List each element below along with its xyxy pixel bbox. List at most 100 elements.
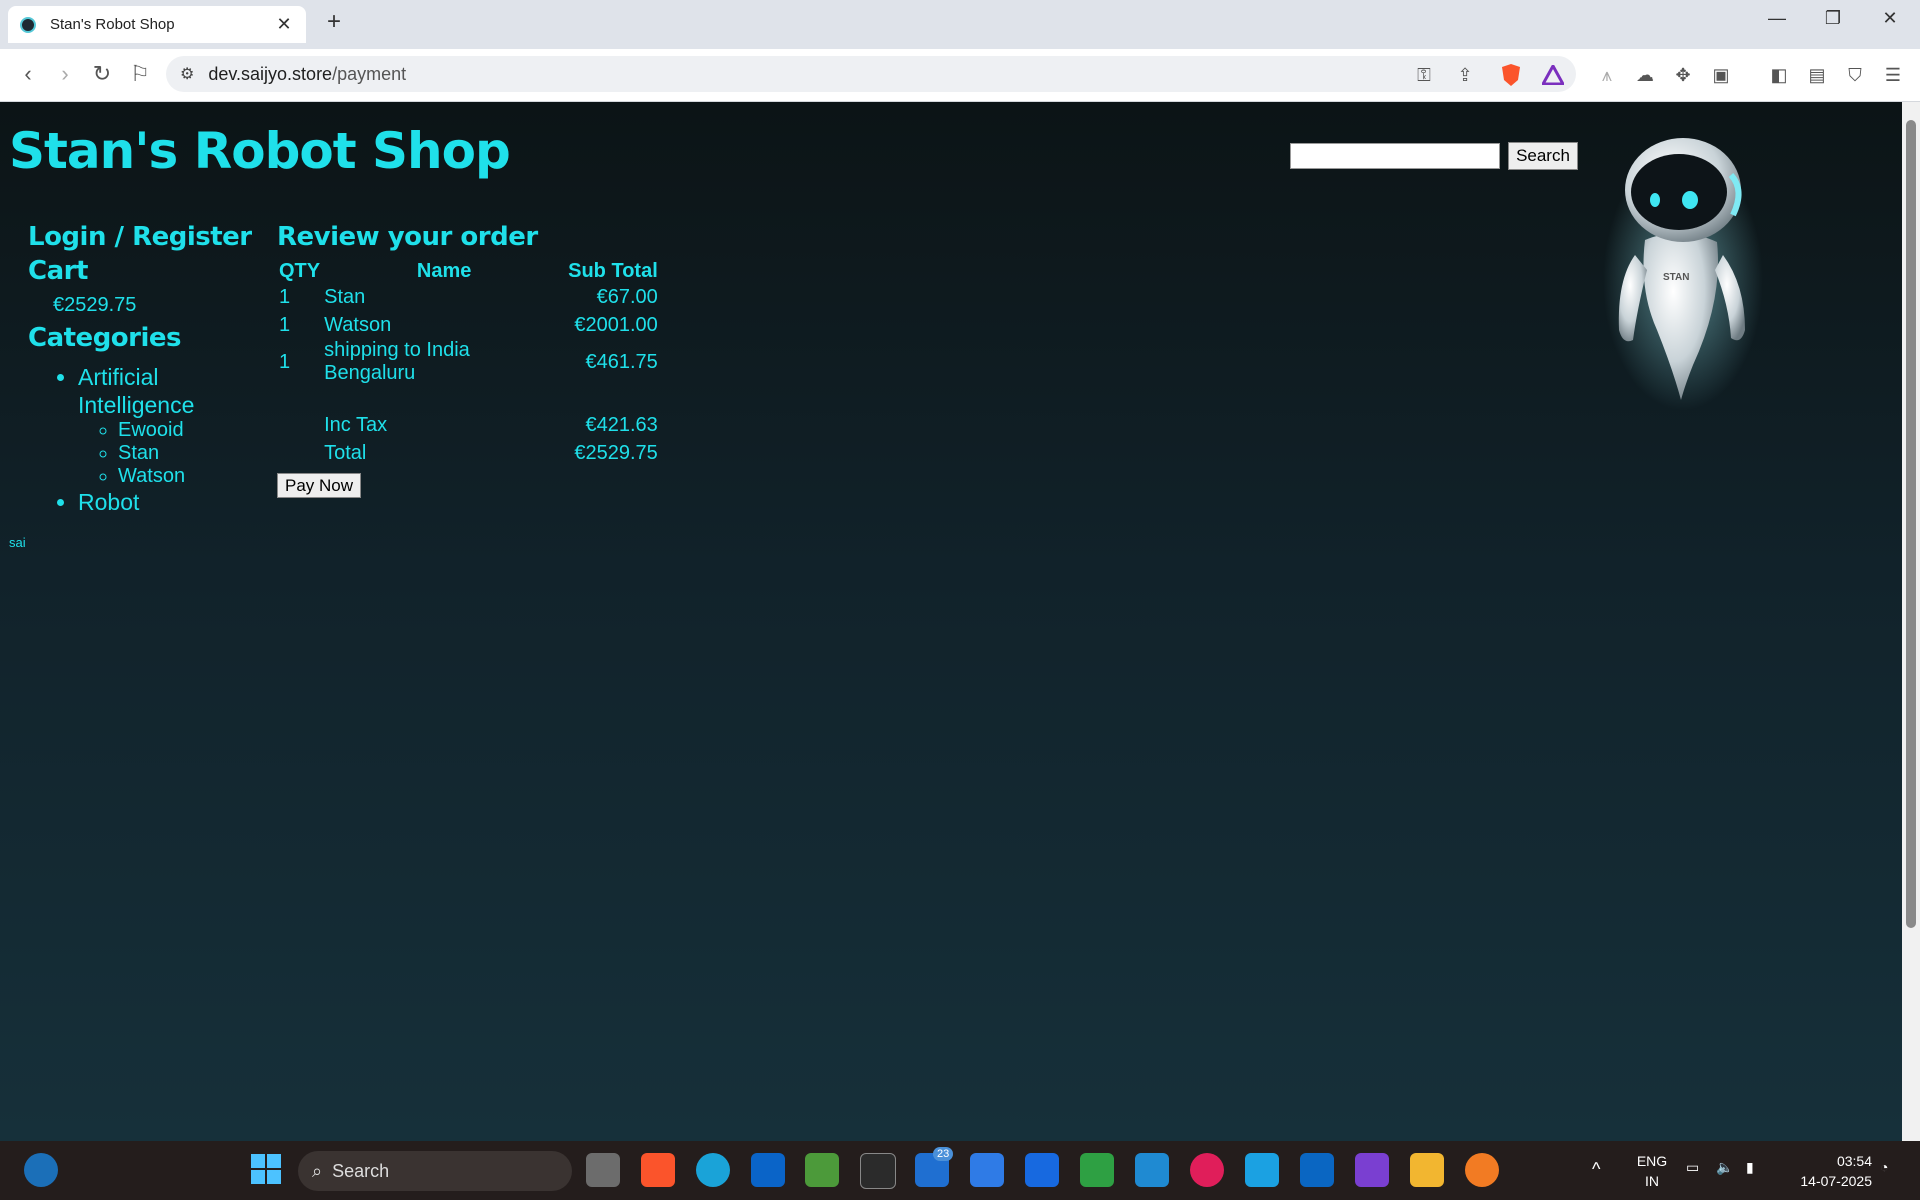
edge-icon[interactable] bbox=[696, 1153, 730, 1187]
brave-rewards-icon[interactable] bbox=[1541, 63, 1565, 87]
task-view-icon[interactable] bbox=[586, 1153, 620, 1187]
snipping-tool-icon[interactable] bbox=[860, 1153, 896, 1189]
wallet-icon[interactable]: ▤ bbox=[1805, 63, 1829, 87]
brave-taskbar-icon[interactable] bbox=[641, 1153, 675, 1187]
login-register-link[interactable]: Login / Register bbox=[28, 220, 268, 254]
forward-icon[interactable]: › bbox=[51, 61, 79, 87]
slack-icon[interactable] bbox=[1190, 1153, 1224, 1187]
scrollbar-thumb[interactable] bbox=[1906, 120, 1916, 928]
browser-tab[interactable]: Stan's Robot Shop ✕ bbox=[8, 6, 306, 43]
outlook-icon[interactable] bbox=[751, 1153, 785, 1187]
product-link-watson[interactable]: Watson bbox=[118, 465, 268, 488]
category-list: Artificial Intelligence Ewooid Stan Wats… bbox=[28, 363, 268, 516]
item-name: Stan bbox=[324, 286, 366, 309]
power-automate-icon[interactable] bbox=[1025, 1153, 1059, 1187]
close-tab-icon[interactable]: ✕ bbox=[274, 14, 294, 35]
cloud-icon[interactable]: ☁ bbox=[1633, 63, 1657, 87]
item-qty: 1 bbox=[279, 313, 291, 336]
language-indicator[interactable]: ENG IN bbox=[1630, 1151, 1674, 1191]
pay-now-button[interactable]: Pay Now bbox=[277, 473, 361, 498]
sidebar-icon[interactable]: ◧ bbox=[1767, 63, 1791, 87]
battery-icon[interactable]: ▮ bbox=[1746, 1159, 1754, 1176]
share-icon[interactable]: ⇪ bbox=[1453, 63, 1477, 87]
table-row: 1 Watson €2001.00 bbox=[277, 312, 660, 340]
key-icon[interactable]: ⚿ bbox=[1412, 63, 1436, 87]
robot-favicon-icon bbox=[20, 16, 36, 33]
aria-icon[interactable]: ⩚ bbox=[1595, 63, 1619, 87]
lang-line2: IN bbox=[1645, 1173, 1659, 1189]
url-field[interactable]: ⚙ dev.saijyo.store /payment bbox=[166, 56, 1576, 92]
lang-line1: ENG bbox=[1636, 1153, 1668, 1169]
table-row: 1 shipping to India Bengaluru €461.75 bbox=[277, 339, 660, 385]
site-title[interactable]: Stan's Robot Shop bbox=[9, 122, 511, 180]
order-title: Review your order bbox=[277, 222, 538, 252]
linkedin-icon[interactable] bbox=[1300, 1153, 1334, 1187]
address-bar-row: ‹ › ↻ ⚐ ⚙ dev.saijyo.store /payment ⚿ ⇪ … bbox=[0, 49, 1920, 102]
cart-link[interactable]: Cart bbox=[28, 254, 268, 288]
search-button[interactable]: Search bbox=[1508, 142, 1578, 170]
bookmark-icon[interactable]: ⚐ bbox=[126, 61, 154, 87]
file-explorer-icon[interactable] bbox=[1410, 1153, 1444, 1187]
item-qty: 1 bbox=[279, 286, 291, 309]
item-subtotal: €2001.00 bbox=[574, 313, 658, 336]
widgets-icon[interactable] bbox=[24, 1153, 58, 1187]
table-row: 1 Stan €67.00 bbox=[277, 284, 660, 312]
back-icon[interactable]: ‹ bbox=[14, 61, 42, 87]
mail-icon[interactable]: 23 bbox=[915, 1147, 954, 1187]
subtotal-header: Sub Total bbox=[568, 259, 658, 282]
item-qty: 1 bbox=[279, 350, 291, 373]
item-subtotal: €67.00 bbox=[596, 286, 658, 309]
minimize-icon[interactable]: — bbox=[1757, 8, 1797, 29]
vpn-icon[interactable]: ⛉ bbox=[1843, 63, 1867, 87]
menu-icon[interactable]: ☰ bbox=[1881, 63, 1905, 87]
page-scrollbar[interactable] bbox=[1902, 102, 1920, 1141]
clock-date: 14-07-2025 bbox=[1800, 1173, 1872, 1189]
start-icon[interactable] bbox=[250, 1153, 284, 1187]
brave-shields-icon[interactable] bbox=[1499, 63, 1523, 87]
order-review: Review your order QTY Name Sub Total 1 S… bbox=[277, 220, 677, 498]
volume-icon[interactable]: 🔈 bbox=[1716, 1159, 1733, 1176]
reload-icon[interactable]: ↻ bbox=[88, 61, 116, 87]
tax-row: Inc Tax €421.63 bbox=[277, 412, 660, 440]
todo-icon[interactable] bbox=[970, 1153, 1004, 1187]
table-header-row: QTY Name Sub Total bbox=[277, 258, 660, 284]
reader-icon[interactable]: ▣ bbox=[1709, 63, 1733, 87]
site-info-icon[interactable]: ⚙ bbox=[180, 64, 194, 84]
category-robot-link[interactable]: Robot bbox=[78, 489, 139, 515]
taskbar-search[interactable]: ⌕ Search bbox=[298, 1151, 572, 1191]
product-link-ewooid[interactable]: Ewooid bbox=[118, 419, 268, 442]
network-icon[interactable]: ▭ bbox=[1686, 1159, 1699, 1176]
url-path: /payment bbox=[332, 63, 407, 84]
tax-label: Inc Tax bbox=[324, 414, 388, 437]
footer-user: sai bbox=[9, 535, 26, 550]
order-table: QTY Name Sub Total 1 Stan €67.00 1 Watso… bbox=[277, 258, 660, 467]
notepad-icon[interactable] bbox=[1245, 1153, 1279, 1187]
taskbar-search-label: Search bbox=[332, 1160, 390, 1181]
stan-robot-image: STAN bbox=[1603, 138, 1763, 410]
qty-header: QTY bbox=[279, 259, 321, 282]
show-hidden-icons[interactable]: ^ bbox=[1592, 1159, 1600, 1180]
total-value: €2529.75 bbox=[574, 441, 658, 464]
notifications-icon[interactable]: ◔ bbox=[1880, 1159, 1888, 1175]
categories-heading: Categories bbox=[28, 323, 182, 353]
restore-icon[interactable]: ❐ bbox=[1813, 8, 1853, 29]
url-host: dev.saijyo.store bbox=[208, 63, 333, 84]
sidebar: Login / Register Cart €2529.75 Categorie… bbox=[28, 220, 268, 516]
product-link-stan[interactable]: Stan bbox=[118, 442, 268, 465]
vscode-icon[interactable] bbox=[1135, 1153, 1169, 1187]
photos-icon[interactable] bbox=[805, 1153, 839, 1187]
notification-badge: 23 bbox=[933, 1147, 954, 1161]
spacer-row bbox=[277, 385, 660, 412]
tax-value: €421.63 bbox=[585, 414, 658, 437]
item-name: shipping to India Bengaluru bbox=[324, 339, 470, 384]
search-input[interactable] bbox=[1290, 143, 1500, 169]
clock[interactable]: 03:54 14-07-2025 bbox=[1782, 1151, 1872, 1191]
tab-title: Stan's Robot Shop bbox=[50, 16, 175, 33]
chrome-app-icon[interactable] bbox=[1465, 1153, 1499, 1187]
category-ai-link[interactable]: Artificial Intelligence bbox=[78, 364, 194, 418]
close-window-icon[interactable]: ✕ bbox=[1870, 8, 1910, 29]
git-icon[interactable] bbox=[1355, 1153, 1389, 1187]
new-tab-icon[interactable]: + bbox=[318, 8, 350, 36]
store-icon[interactable] bbox=[1080, 1153, 1114, 1187]
extensions-icon[interactable]: ✥ bbox=[1671, 63, 1695, 87]
